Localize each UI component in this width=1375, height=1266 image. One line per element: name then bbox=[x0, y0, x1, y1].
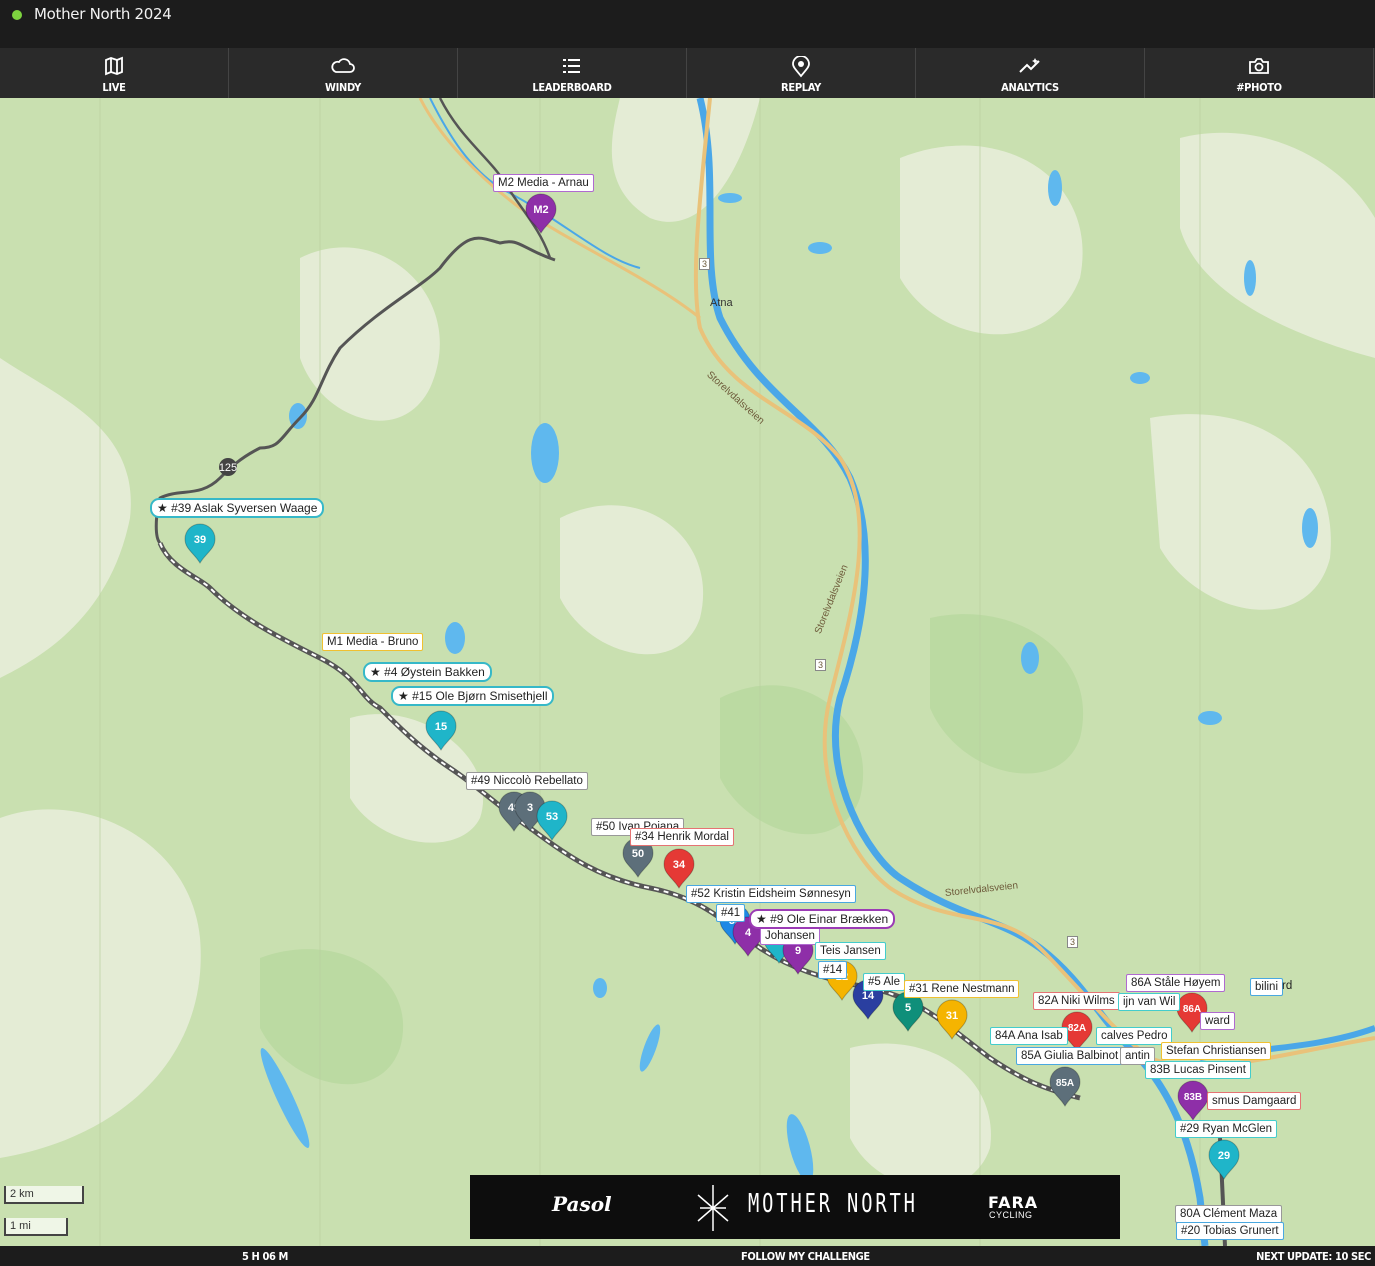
rider-label-text: #15 Ole Bjørn Smisethjell bbox=[412, 689, 548, 703]
rider-pin-number: 85A bbox=[1056, 1078, 1074, 1089]
follow-challenge-link[interactable]: FOLLOW MY CHALLENGE bbox=[741, 1250, 870, 1263]
rider-label[interactable]: 83B Lucas Pinsent bbox=[1145, 1061, 1251, 1079]
rider-pin-number: M2 bbox=[533, 204, 548, 216]
nav-windy[interactable]: WINDY bbox=[229, 48, 458, 98]
road-number-badge: 3 bbox=[815, 659, 827, 671]
event-title: Mother North 2024 bbox=[34, 5, 172, 23]
main-nav: LIVE WINDY LEADERBOARD REPLAY ANALYTICS … bbox=[0, 48, 1375, 98]
nav-label: LEADERBOARD bbox=[532, 81, 612, 94]
rider-label-text: #39 Aslak Syversen Waage bbox=[171, 501, 318, 515]
rider-pin-number: 5 bbox=[905, 1002, 911, 1014]
rider-pin-number: 29 bbox=[1218, 1150, 1230, 1162]
rider-pin-number: 14 bbox=[862, 990, 875, 1002]
replay-pin-icon bbox=[792, 56, 810, 78]
route-km-marker-text: 125 bbox=[219, 462, 237, 474]
rider-pin-number: 53 bbox=[546, 811, 558, 823]
scale-km: 2 km bbox=[4, 1186, 84, 1204]
elapsed-timer: 5 H 06 M bbox=[242, 1250, 288, 1263]
scale-mi: 1 mi bbox=[4, 1218, 68, 1236]
rider-label[interactable]: 82A Niki Wilms bbox=[1033, 992, 1120, 1010]
rider-label[interactable]: 86A Ståle Høyem bbox=[1126, 974, 1226, 992]
top-header: Mother North 2024 bbox=[0, 0, 1375, 48]
rider-pin-number: 4 bbox=[745, 927, 752, 939]
nav-label: ANALYTICS bbox=[1001, 81, 1059, 94]
list-icon bbox=[563, 59, 580, 73]
rider-label[interactable]: #14 bbox=[818, 961, 848, 979]
rider-label-text: #9 Ole Einar Brækken bbox=[770, 912, 889, 926]
live-status-dot bbox=[12, 10, 22, 20]
nav-label: LIVE bbox=[102, 81, 126, 94]
nav-live[interactable]: LIVE bbox=[0, 48, 229, 98]
rider-label[interactable]: M2 Media - Arnau bbox=[493, 174, 594, 192]
rider-label[interactable]: #31 Rene Nestmann bbox=[904, 980, 1020, 998]
rider-label-starred[interactable]: ★ #9 Ole Einar Brækken bbox=[749, 909, 896, 929]
map-view[interactable]: 125 M23915493535034524549221453182A86A85… bbox=[0, 98, 1375, 1246]
sponsor-banner: Pasol MOTHER NORTH FARA CYCLING bbox=[470, 1175, 1120, 1239]
rider-pin-number: 50 bbox=[632, 848, 644, 860]
rider-label[interactable]: smus Damgaard bbox=[1207, 1092, 1302, 1110]
rider-label[interactable]: 84A Ana Isab bbox=[990, 1027, 1068, 1045]
rider-label[interactable]: ijn van Wil bbox=[1118, 993, 1181, 1011]
nav-leaderboard[interactable]: LEADERBOARD bbox=[458, 48, 687, 98]
footer-bar: 5 H 06 M FOLLOW MY CHALLENGE NEXT UPDATE… bbox=[0, 1246, 1375, 1266]
rider-pin-number: 34 bbox=[673, 859, 686, 871]
rider-pin-number: 83B bbox=[1184, 1092, 1202, 1103]
rider-pin-number: 9 bbox=[795, 945, 801, 957]
rider-label[interactable]: 85A Giulia Balbinot bbox=[1016, 1047, 1124, 1065]
rider-label-text: #4 Øystein Bakken bbox=[384, 665, 485, 679]
rider-label-starred[interactable]: ★ #39 Aslak Syversen Waage bbox=[150, 498, 325, 518]
rider-label[interactable]: #34 Henrik Mordal bbox=[630, 828, 734, 846]
sponsor-logo-pasol: Pasol bbox=[552, 1192, 612, 1216]
nav-label: #PHOTO bbox=[1236, 81, 1282, 94]
rider-label-starred[interactable]: ★ #4 Øystein Bakken bbox=[363, 662, 492, 682]
rider-label[interactable]: ward bbox=[1200, 1012, 1235, 1030]
rider-pin-number: 82A bbox=[1068, 1023, 1086, 1034]
rider-pin-number: 86A bbox=[1183, 1004, 1201, 1015]
rider-pin-number: 31 bbox=[946, 1010, 958, 1022]
cloud-icon bbox=[331, 58, 355, 73]
next-update-status: NEXT UPDATE: 10 SEC bbox=[1256, 1250, 1371, 1263]
rider-label[interactable]: M1 Media - Bruno bbox=[322, 633, 424, 651]
rider-label[interactable]: Teis Jansen bbox=[815, 942, 886, 960]
nav-replay[interactable]: REPLAY bbox=[687, 48, 916, 98]
rider-label[interactable]: #20 Tobias Grunert bbox=[1176, 1222, 1284, 1240]
nav-label: REPLAY bbox=[781, 81, 821, 94]
road-number-badge: 3 bbox=[699, 258, 711, 270]
rider-label[interactable]: Stefan Christiansen bbox=[1161, 1042, 1272, 1060]
snowflake-logo-icon bbox=[697, 1185, 729, 1231]
road-number-badge: 3 bbox=[1067, 936, 1079, 948]
sponsor-logo-mother-north: MOTHER NORTH bbox=[748, 1189, 918, 1219]
rider-label[interactable]: Johansen bbox=[760, 927, 820, 945]
rider-label[interactable]: rd bbox=[1278, 978, 1296, 994]
sponsor-logo-fara-sub: CYCLING bbox=[989, 1210, 1033, 1220]
nav-analytics[interactable]: ANALYTICS bbox=[916, 48, 1145, 98]
rider-pin-number: 3 bbox=[527, 802, 533, 814]
map-icon bbox=[105, 56, 123, 76]
rider-label[interactable]: #5 Ale bbox=[863, 973, 905, 991]
camera-icon bbox=[1249, 58, 1269, 74]
rider-label[interactable]: #29 Ryan McGlen bbox=[1175, 1120, 1278, 1138]
rider-label[interactable]: #52 Kristin Eidsheim Sønnesyn bbox=[686, 885, 856, 903]
rider-label-starred[interactable]: ★ #15 Ole Bjørn Smisethjell bbox=[391, 686, 555, 706]
rider-label[interactable]: 80A Clément Maza bbox=[1175, 1205, 1283, 1223]
rider-label[interactable]: #49 Niccolò Rebellato bbox=[466, 772, 588, 790]
rider-pin-number: 15 bbox=[435, 721, 447, 733]
rider-pin-number: 39 bbox=[194, 534, 206, 546]
rider-label[interactable]: #41 bbox=[716, 904, 746, 922]
analytics-icon bbox=[1019, 58, 1040, 73]
town-label-atna: Atna bbox=[710, 297, 733, 309]
nav-photo[interactable]: #PHOTO bbox=[1145, 48, 1374, 98]
nav-label: WINDY bbox=[325, 81, 361, 94]
